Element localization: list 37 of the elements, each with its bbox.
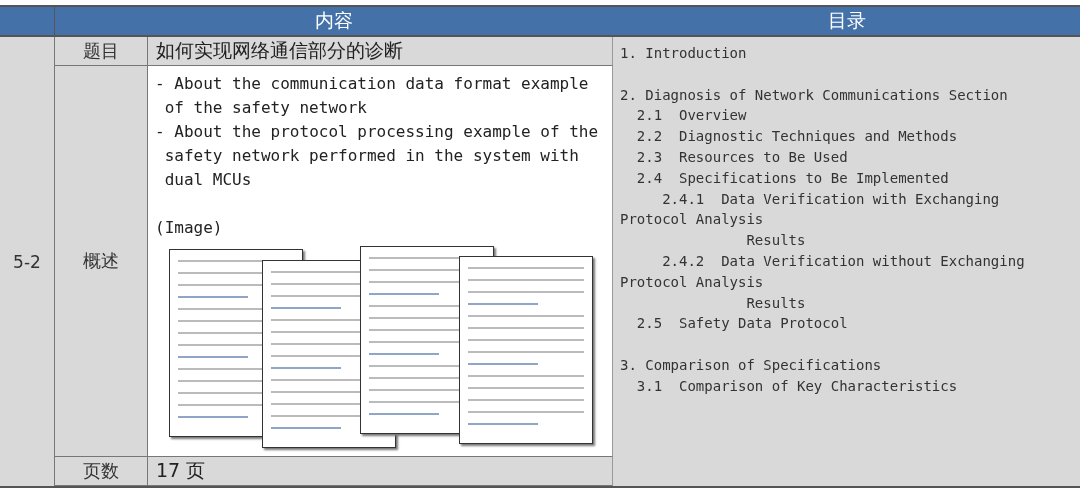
row-label: 页数 [83, 459, 119, 483]
toc-number: 3. [620, 356, 637, 373]
toc-number: 2. [620, 86, 637, 103]
toc-title: Safety Data Protocol [679, 315, 848, 332]
toc-title: Results [746, 231, 806, 251]
toc-number: 2.3 [636, 149, 663, 165]
toc-number: 2.4.2 [662, 252, 705, 269]
section-number: 5-2 [13, 251, 41, 272]
toc-title: Protocol Analysis [620, 272, 764, 292]
column-heading: 内容 [315, 8, 353, 33]
toc-number: 2.5 [636, 315, 663, 332]
toc-title: Resources to Be Used [679, 149, 848, 165]
toc-title: Data Verification without Exchanging [721, 252, 1025, 269]
toc-number: 3.1 [636, 377, 663, 394]
toc-title: Introduction [645, 45, 747, 61]
toc-number: 2.4 [636, 169, 663, 186]
image-caption: (Image) [155, 217, 223, 239]
row-label: 概述 [83, 249, 119, 273]
toc-number: 1. [620, 45, 637, 61]
row-label: 题目 [83, 39, 119, 63]
toc-title: Diagnosis of Network Communications Section [645, 86, 1008, 103]
toc-title: Data Verification with Exchanging [721, 190, 1000, 207]
row-value: 17 页 [156, 458, 206, 483]
column-heading: 目录 [827, 8, 866, 33]
row-value: 如何实现网络通信部分的诊断 [156, 38, 403, 63]
toc-title: Diagnostic Techniques and Methods [679, 128, 958, 145]
toc-number: 2.1 [636, 107, 663, 124]
summary-text: - About the communication data format example of the safety network [155, 73, 590, 119]
toc-title: Results [746, 293, 806, 313]
toc-title: Comparison of Key Characteristics [679, 377, 958, 394]
toc-number: 2.2 [636, 128, 663, 145]
toc-title: Protocol Analysis [620, 210, 764, 230]
toc-title: Overview [679, 107, 747, 124]
toc-title: Comparison of Specifications [645, 356, 882, 373]
summary-text: - About the protocol processing example of the safety network performed in the system with dual MCUs [155, 121, 600, 191]
toc-number: 2.4.1 [662, 190, 705, 207]
toc-title: Specifications to Be Implemented [679, 169, 949, 186]
